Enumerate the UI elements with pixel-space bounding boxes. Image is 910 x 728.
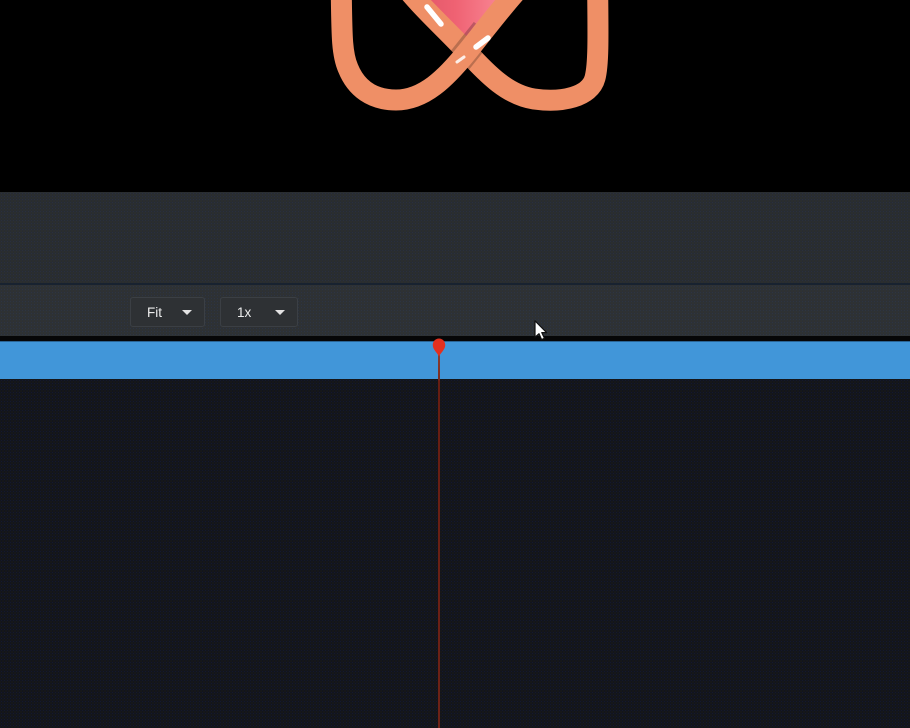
animation-canvas <box>0 0 910 192</box>
player-toolbar: Fit 1x <box>0 285 910 336</box>
playhead-line <box>438 353 440 728</box>
lottie-logo-graphic <box>0 0 910 192</box>
playback-speed-value: 1x <box>221 305 275 320</box>
zoom-fit-value: Fit <box>131 305 182 320</box>
zoom-fit-dropdown[interactable]: Fit <box>130 297 205 327</box>
timeline-area[interactable] <box>0 379 910 728</box>
playback-speed-dropdown[interactable]: 1x <box>220 297 298 327</box>
playhead-marker[interactable] <box>432 338 446 357</box>
player-chrome-strip <box>0 192 910 283</box>
chevron-down-icon <box>275 310 285 315</box>
chevron-down-icon <box>182 310 192 315</box>
seekbar[interactable] <box>0 341 910 379</box>
animation-player-window: Fit 1x <box>0 0 910 728</box>
